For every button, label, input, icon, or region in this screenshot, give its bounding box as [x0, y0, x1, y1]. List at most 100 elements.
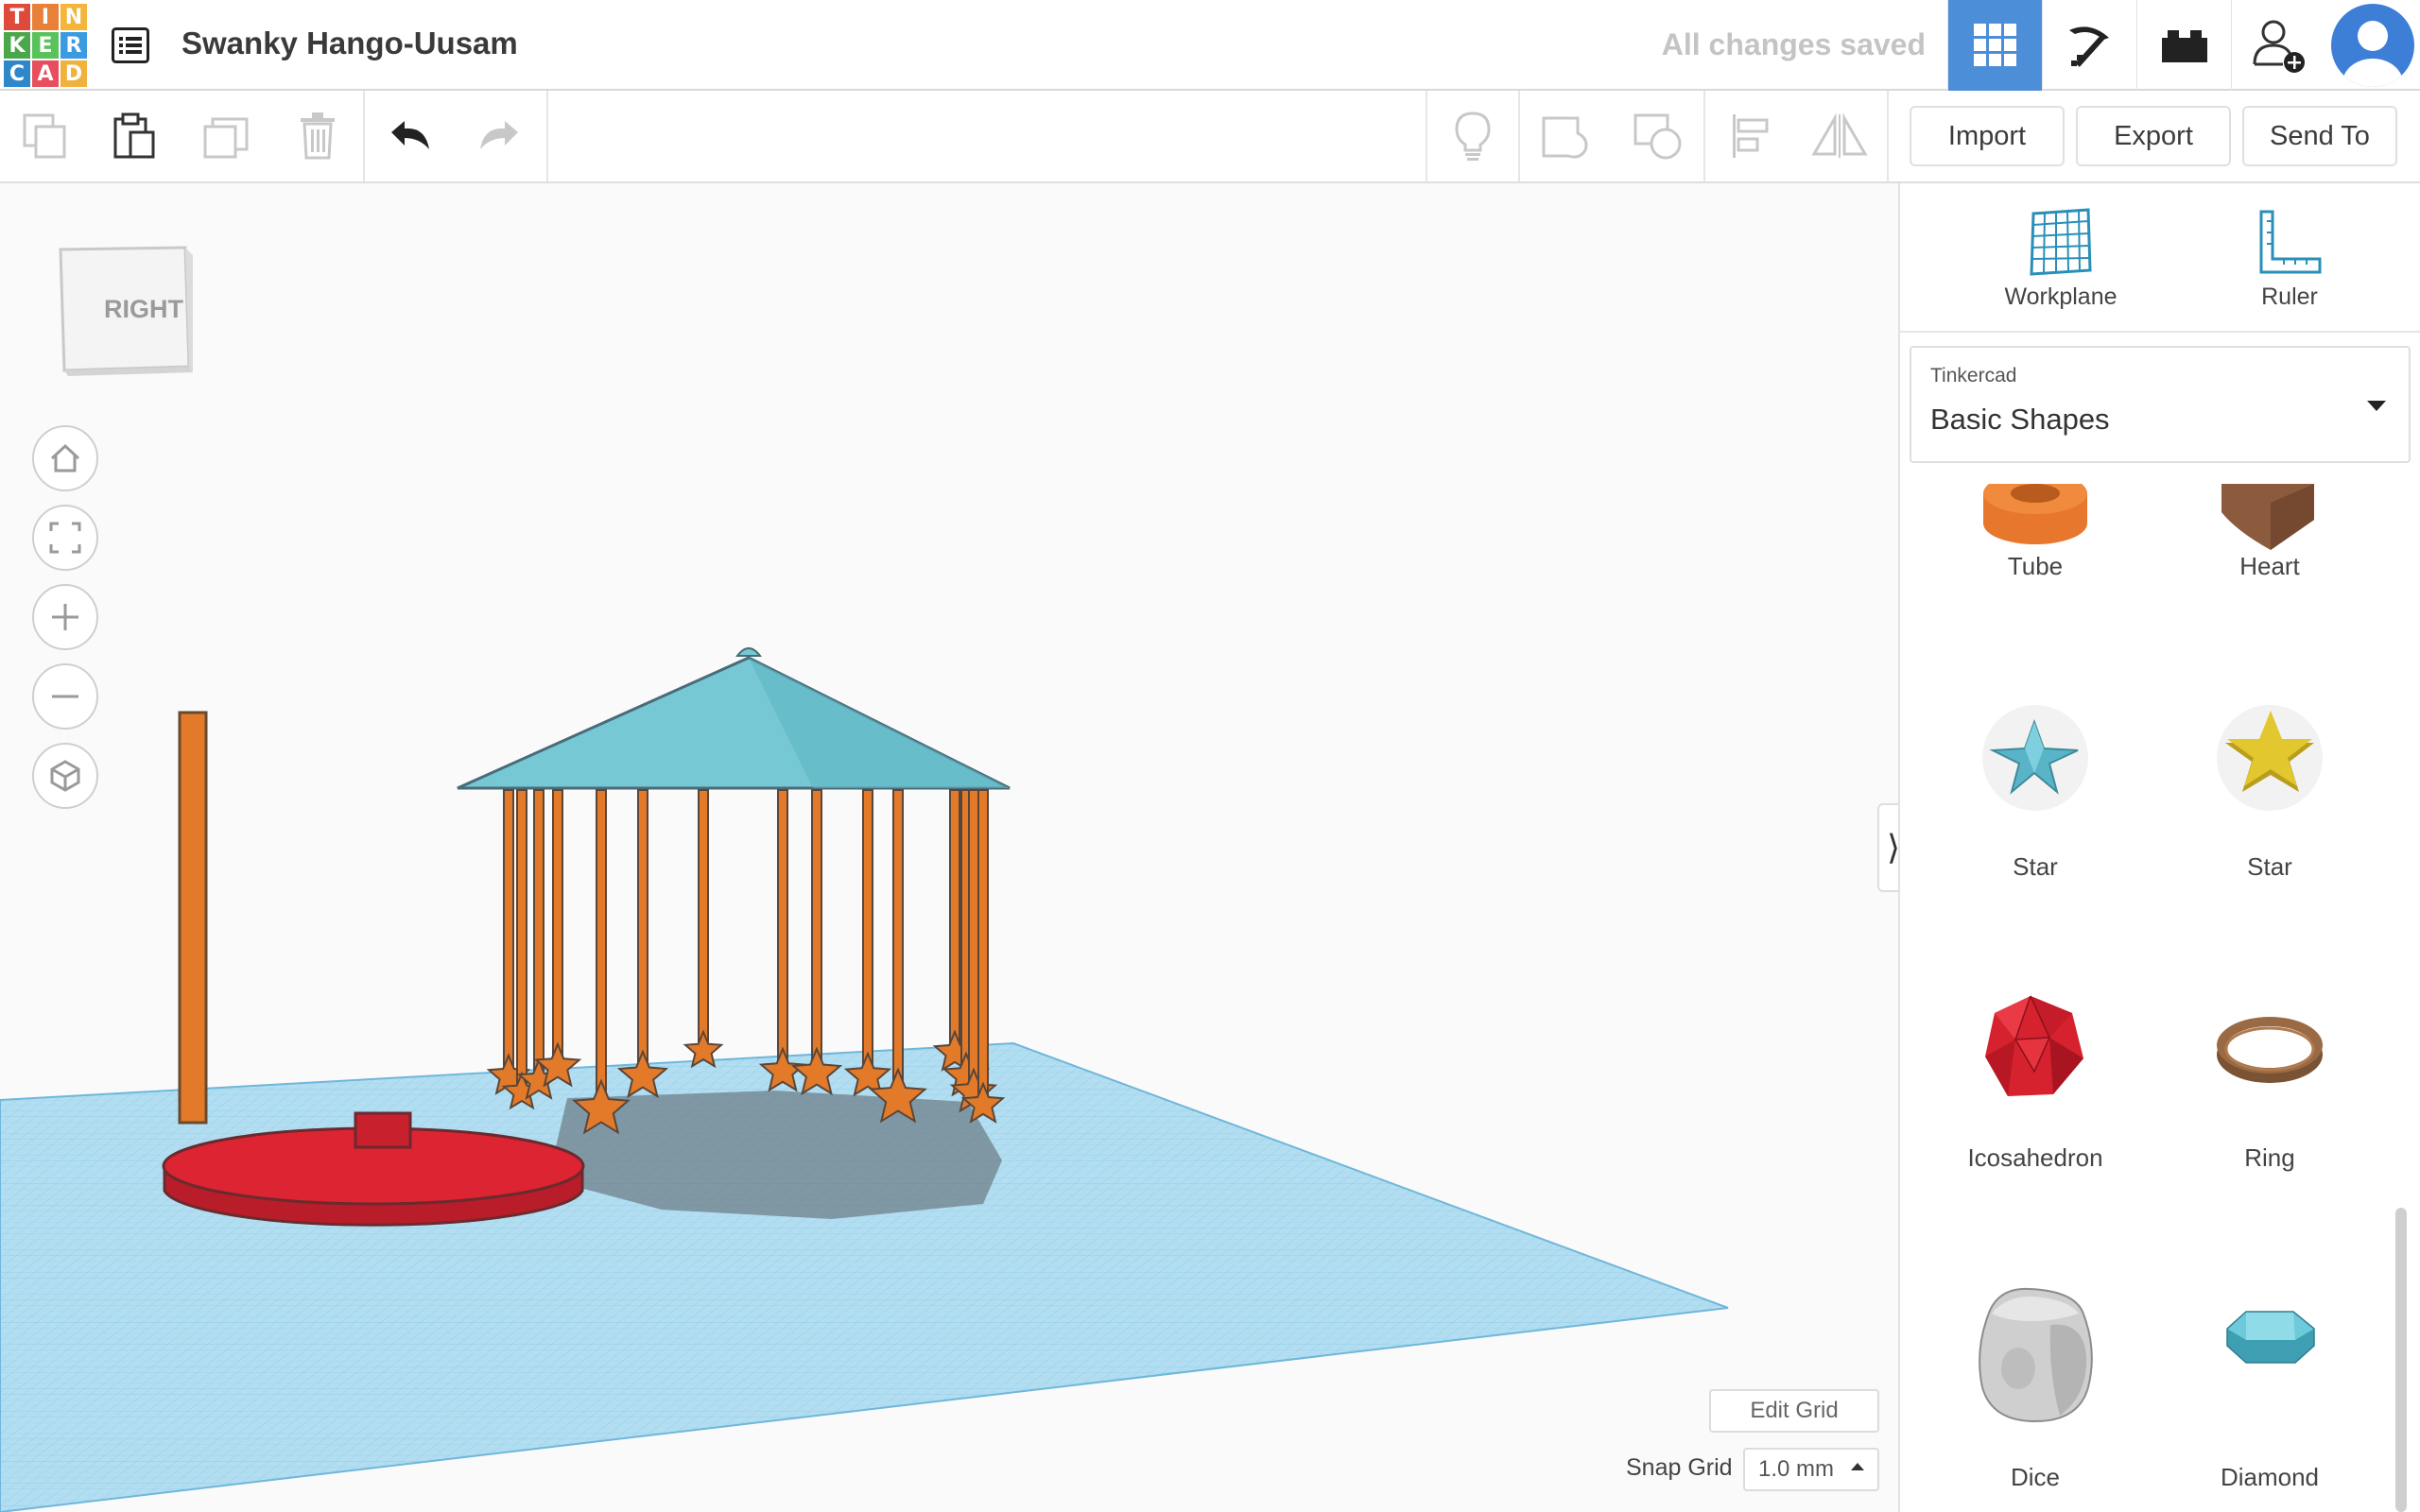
tube-icon [1983, 484, 2087, 544]
codeblocks-button[interactable] [2042, 0, 2136, 91]
hanger-string [552, 789, 563, 1057]
export-button[interactable]: Export [2076, 106, 2231, 166]
dice-icon [1979, 1287, 2093, 1423]
hanger-string [977, 789, 989, 1095]
list-icon [112, 27, 149, 63]
pickaxe-icon [2068, 26, 2109, 67]
edit-toolbar: Import Export Send To [0, 91, 2420, 183]
shape-label: Icosahedron [1967, 1143, 2103, 1172]
redo-icon [480, 121, 518, 149]
3d-view-button[interactable] [1947, 0, 2042, 91]
copy-button[interactable] [0, 91, 91, 181]
logo-tile: I [32, 4, 59, 30]
workplane-button[interactable]: Workplane [1976, 208, 2146, 311]
ungroup-button[interactable] [1613, 91, 1703, 181]
shape-label: Dice [2010, 1463, 2060, 1491]
hanger-string [533, 789, 544, 1072]
tinkercad-logo[interactable]: TIN KER CAD [4, 4, 87, 87]
hanger-string [698, 789, 709, 1042]
ruler-icon [2259, 210, 2322, 274]
import-button[interactable]: Import [1910, 106, 2065, 166]
snap-grid-value: 1.0 mm [1758, 1456, 1835, 1482]
cyan-roof[interactable] [457, 647, 1011, 790]
align-icon [1733, 114, 1769, 158]
shape-heart[interactable]: Heart [2152, 484, 2388, 663]
shape-label: Heart [2239, 552, 2300, 580]
shape-icosahedron[interactable]: Icosahedron [1917, 992, 2153, 1200]
shape-dice[interactable]: Dice [1917, 1283, 2153, 1491]
duplicate-button[interactable] [182, 91, 272, 181]
send-to-button[interactable]: Send To [2242, 106, 2397, 166]
library-name: Basic Shapes [1930, 403, 2110, 436]
duplicate-icon [203, 117, 249, 159]
shape-star-yellow[interactable]: Star [2152, 701, 2388, 909]
logo-tile: E [32, 32, 59, 59]
ring-icon [2217, 1017, 2323, 1083]
shape-tube[interactable]: Tube [1917, 484, 2153, 663]
zoom-in-button[interactable] [32, 584, 98, 650]
ungroup-icon [1634, 113, 1682, 160]
redo-button[interactable] [454, 91, 544, 181]
shape-star[interactable]: Star [1917, 701, 2153, 909]
logo-tile: D [60, 60, 87, 87]
edit-grid-button[interactable]: Edit Grid [1709, 1389, 1879, 1433]
logo-tile: C [4, 60, 30, 87]
undo-button[interactable] [365, 91, 456, 181]
undo-icon [391, 121, 429, 149]
zoom-out-button[interactable] [32, 663, 98, 730]
caret-up-icon [1851, 1463, 1864, 1470]
snap-grid-label: Snap Grid [1626, 1454, 1733, 1481]
shape-label: Diamond [2220, 1463, 2320, 1491]
paste-button[interactable] [89, 91, 180, 181]
3d-workspace[interactable]: RIGHT Edit Grid Snap Grid 1.0 mm [0, 183, 1898, 1512]
hanger-string [637, 789, 648, 1065]
hanger-string [777, 789, 788, 1061]
icosahedron-icon [1985, 995, 2083, 1096]
shape-grid: Tube Heart Star Star Icosahedron Ring Di… [1900, 484, 2420, 1512]
dashboard-list-button[interactable] [106, 21, 155, 70]
hanger-string [596, 789, 607, 1096]
scene-view[interactable] [0, 183, 1898, 1512]
shape-library-dropdown[interactable]: Tinkercad Basic Shapes [1910, 346, 2411, 463]
hanger-string [862, 789, 873, 1066]
hanger-string [503, 789, 514, 1067]
mirror-button[interactable] [1794, 91, 1885, 181]
profile-button[interactable] [2325, 0, 2420, 91]
diamond-icon [2226, 1311, 2315, 1364]
show-all-button[interactable] [1427, 91, 1518, 181]
group-button[interactable] [1520, 91, 1611, 181]
shape-ring[interactable]: Ring [2152, 992, 2388, 1200]
bricks-button[interactable] [2136, 0, 2231, 91]
orange-pole[interactable] [178, 711, 208, 1125]
align-button[interactable] [1705, 91, 1796, 181]
hanger-string [949, 789, 960, 1043]
save-status: All changes saved [1661, 27, 1926, 61]
delete-icon [301, 112, 335, 160]
fit-view-button[interactable] [32, 505, 98, 571]
invite-user-button[interactable] [2231, 0, 2325, 91]
hanger-string [811, 789, 822, 1062]
panel-scrollbar[interactable] [2395, 1208, 2407, 1512]
project-title[interactable]: Swanky Hango-Uusam [182, 26, 518, 61]
logo-tile: K [4, 32, 30, 59]
brick-icon [2161, 30, 2207, 62]
fit-view-icon [49, 522, 81, 554]
view-cube[interactable]: RIGHT [51, 238, 193, 380]
shape-label: Star [2247, 852, 2292, 881]
shape-diamond[interactable]: Diamond [2152, 1283, 2388, 1491]
snap-grid-select[interactable]: 1.0 mm [1743, 1448, 1879, 1491]
logo-tile: N [60, 4, 87, 30]
hanger-string [892, 789, 904, 1085]
paste-icon [113, 112, 155, 159]
library-source: Tinkercad [1930, 365, 2017, 387]
hanger-string [968, 789, 979, 1082]
view-cube-label: RIGHT [104, 295, 183, 323]
user-avatar-icon [2331, 4, 2414, 87]
delete-button[interactable] [272, 91, 363, 181]
home-view-button[interactable] [32, 425, 98, 491]
workplane-icon [2030, 208, 2092, 276]
logo-tile: A [32, 60, 59, 87]
perspective-button[interactable] [32, 743, 98, 809]
caret-down-icon [2367, 401, 2386, 411]
ruler-button[interactable]: Ruler [2204, 208, 2375, 311]
